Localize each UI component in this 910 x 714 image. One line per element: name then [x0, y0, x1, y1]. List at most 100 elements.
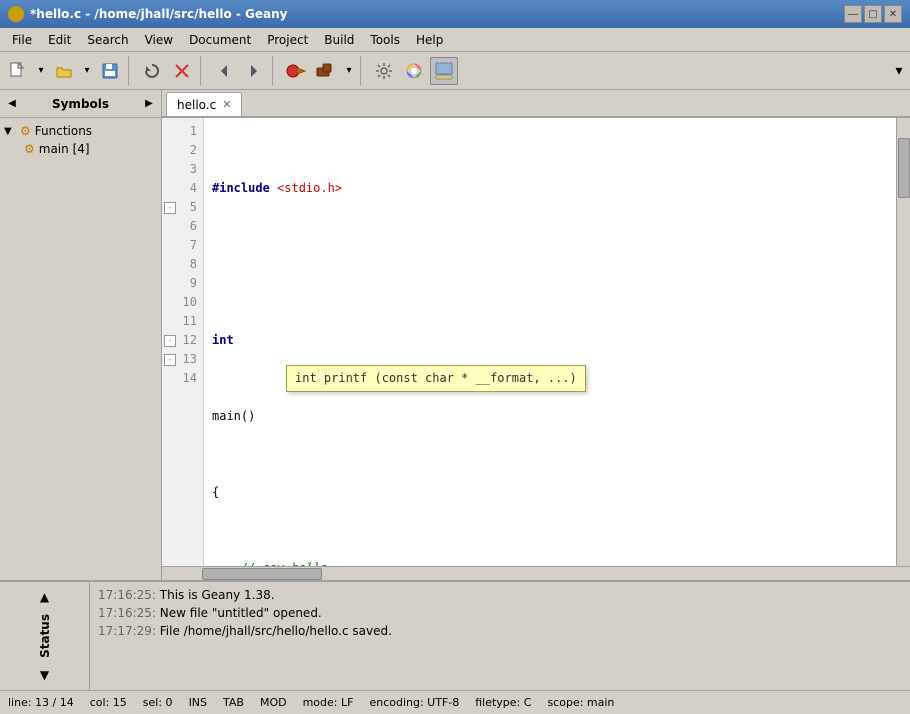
- menu-view[interactable]: View: [137, 29, 181, 51]
- log-message-2: New file "untitled" opened.: [160, 606, 322, 620]
- line-num-1: 1: [162, 122, 203, 141]
- compile-button[interactable]: [282, 57, 310, 85]
- menu-project[interactable]: Project: [259, 29, 316, 51]
- code-line-3: int: [212, 331, 888, 350]
- line-num-9: 9: [162, 274, 203, 293]
- open-dropdown[interactable]: ▾: [80, 57, 94, 85]
- editor-scrollbar[interactable]: [896, 118, 910, 566]
- toolbar-sep-1: [128, 56, 134, 86]
- line-num-6: 6: [162, 217, 203, 236]
- sidebar-next[interactable]: ▶: [141, 96, 157, 112]
- new-button[interactable]: [4, 57, 32, 85]
- toolbar-extra-dropdown[interactable]: ▾: [892, 57, 906, 85]
- line-num-3: 3: [162, 160, 203, 179]
- log-down-button[interactable]: ▼: [40, 668, 49, 682]
- line-num-12: -12: [162, 331, 203, 350]
- sidebar: ◀ Symbols ▶ ▼ ⚙ Functions ⚙ main [4]: [0, 90, 162, 580]
- menu-help[interactable]: Help: [408, 29, 451, 51]
- tab-hello-c[interactable]: hello.c ✕: [166, 92, 242, 116]
- menu-build[interactable]: Build: [316, 29, 362, 51]
- log-up-button[interactable]: ▲: [40, 590, 49, 604]
- tab-close-button[interactable]: ✕: [222, 98, 231, 111]
- build-button[interactable]: [312, 57, 340, 85]
- forward-button[interactable]: [240, 57, 268, 85]
- line-num-14: 14: [162, 369, 203, 388]
- log-line-3: 17:17:29: File /home/jhall/src/hello/hel…: [98, 622, 902, 640]
- minimize-button[interactable]: ―: [844, 5, 862, 23]
- scrollbar-thumb[interactable]: [898, 138, 910, 198]
- color-button[interactable]: [400, 57, 428, 85]
- line-numbers: 1 2 3 4 -5 6 7 8 9 10 11 -12 -13 14: [162, 118, 204, 566]
- fold-button-12[interactable]: -: [164, 335, 176, 347]
- fold-button-13[interactable]: -: [164, 354, 176, 366]
- log-sidebar: ▲ Status ▼: [0, 582, 90, 690]
- log-time-2: 17:16:25:: [98, 606, 156, 620]
- reload-button[interactable]: [138, 57, 166, 85]
- line-num-7: 7: [162, 236, 203, 255]
- tree-expand-icon[interactable]: ▼: [4, 126, 20, 137]
- editor-area: hello.c ✕ 1 2 3 4 -5 6 7 8 9 10 11: [162, 90, 910, 580]
- preferences-button[interactable]: [370, 57, 398, 85]
- close-button[interactable]: ✕: [884, 5, 902, 23]
- sidebar-title: Symbols: [20, 97, 141, 111]
- toolbar-sep-4: [360, 56, 366, 86]
- tab-bar: hello.c ✕: [162, 90, 910, 118]
- status-mode: mode: LF: [303, 696, 354, 709]
- build-dropdown[interactable]: ▾: [342, 57, 356, 85]
- menu-tools[interactable]: Tools: [362, 29, 408, 51]
- log-message-1: This is Geany 1.38.: [160, 588, 275, 602]
- autocomplete-text: int printf (const char * __format, ...): [295, 371, 577, 385]
- zoom-button[interactable]: [430, 57, 458, 85]
- close-file-button[interactable]: [168, 57, 196, 85]
- titlebar-left: *hello.c - /home/jhall/src/hello - Geany: [8, 6, 288, 22]
- code-editor[interactable]: 1 2 3 4 -5 6 7 8 9 10 11 -12 -13 14: [162, 118, 910, 566]
- main-area: ◀ Symbols ▶ ▼ ⚙ Functions ⚙ main [4] hel…: [0, 90, 910, 580]
- menu-search[interactable]: Search: [79, 29, 136, 51]
- status-line: line: 13 / 14: [8, 696, 74, 709]
- titlebar: *hello.c - /home/jhall/src/hello - Geany…: [0, 0, 910, 28]
- new-dropdown[interactable]: ▾: [34, 57, 48, 85]
- code-line-5: {: [212, 483, 888, 502]
- menu-document[interactable]: Document: [181, 29, 259, 51]
- line-num-10: 10: [162, 293, 203, 312]
- status-encoding: encoding: UTF-8: [369, 696, 459, 709]
- editor-hscroll[interactable]: [162, 566, 910, 580]
- status-col: col: 15: [90, 696, 127, 709]
- autocomplete-popup: int printf (const char * __format, ...): [286, 365, 586, 392]
- menu-edit[interactable]: Edit: [40, 29, 79, 51]
- status-scope: scope: main: [547, 696, 614, 709]
- code-content[interactable]: #include <stdio.h> int main() { // say h…: [204, 118, 896, 566]
- main-label: main [4]: [39, 142, 90, 156]
- main-icon: ⚙: [24, 142, 35, 156]
- maximize-button[interactable]: □: [864, 5, 882, 23]
- functions-label: Functions: [35, 124, 92, 138]
- line-num-5: -5: [162, 198, 203, 217]
- functions-icon: ⚙: [20, 124, 31, 138]
- log-panel: ▲ Status ▼ 17:16:25: This is Geany 1.38.…: [0, 580, 910, 690]
- toolbar: ▾ ▾ ▾: [0, 52, 910, 90]
- tree-main[interactable]: ⚙ main [4]: [0, 140, 161, 158]
- code-line-4: main(): [212, 407, 888, 426]
- hscroll-thumb[interactable]: [202, 568, 322, 580]
- fold-button-5[interactable]: -: [164, 202, 176, 214]
- back-button[interactable]: [210, 57, 238, 85]
- status-filetype: filetype: C: [475, 696, 531, 709]
- save-button[interactable]: [96, 57, 124, 85]
- tree-functions[interactable]: ▼ ⚙ Functions: [0, 122, 161, 140]
- sidebar-prev[interactable]: ◀: [4, 96, 20, 112]
- status-tab: TAB: [223, 696, 244, 709]
- code-line-6: // say hello: [212, 559, 888, 566]
- log-content: 17:16:25: This is Geany 1.38. 17:16:25: …: [90, 582, 910, 690]
- line-num-8: 8: [162, 255, 203, 274]
- app-icon: [8, 6, 24, 22]
- toolbar-sep-2: [200, 56, 206, 86]
- statusbar: line: 13 / 14 col: 15 sel: 0 INS TAB MOD…: [0, 690, 910, 714]
- line-num-4: 4: [162, 179, 203, 198]
- log-line-2: 17:16:25: New file "untitled" opened.: [98, 604, 902, 622]
- status-ins: INS: [189, 696, 207, 709]
- menu-file[interactable]: File: [4, 29, 40, 51]
- open-button[interactable]: [50, 57, 78, 85]
- log-label: Status: [38, 614, 52, 658]
- titlebar-title: *hello.c - /home/jhall/src/hello - Geany: [30, 7, 288, 21]
- code-line-1: #include <stdio.h>: [212, 179, 888, 198]
